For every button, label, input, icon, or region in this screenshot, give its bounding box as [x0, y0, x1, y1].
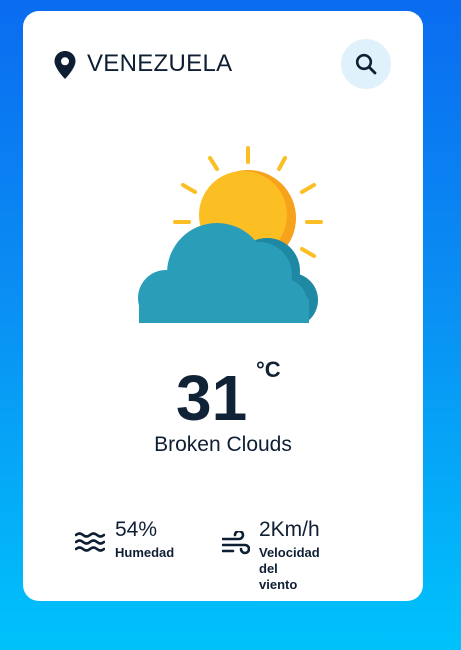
- wind-icon: [222, 531, 250, 555]
- wind-label: Velocidad del viento: [259, 545, 320, 593]
- search-icon: [355, 53, 377, 75]
- weather-description: Broken Clouds: [154, 433, 292, 456]
- humidity-value: 54%: [115, 518, 158, 541]
- wind-value: 2Km/h: [259, 518, 320, 541]
- weather-card: VENEZUELA 31 °C Broken Clouds 54% Humeda…: [23, 11, 423, 601]
- temperature-display: 31 °C: [23, 357, 423, 434]
- waves-icon: [75, 532, 105, 552]
- cloud: [119, 223, 329, 325]
- wind-label-line2: viento: [259, 577, 298, 592]
- location-pin-icon: [54, 51, 76, 79]
- location-name: VENEZUELA: [87, 50, 233, 77]
- search-button[interactable]: [341, 39, 391, 89]
- sun-behind-cloud-icon: [119, 146, 329, 325]
- wind-label-line1: Velocidad del: [259, 545, 320, 576]
- temperature-value: 31: [176, 362, 248, 434]
- temperature-unit: °C: [256, 357, 281, 382]
- humidity-label: Humedad: [115, 545, 175, 560]
